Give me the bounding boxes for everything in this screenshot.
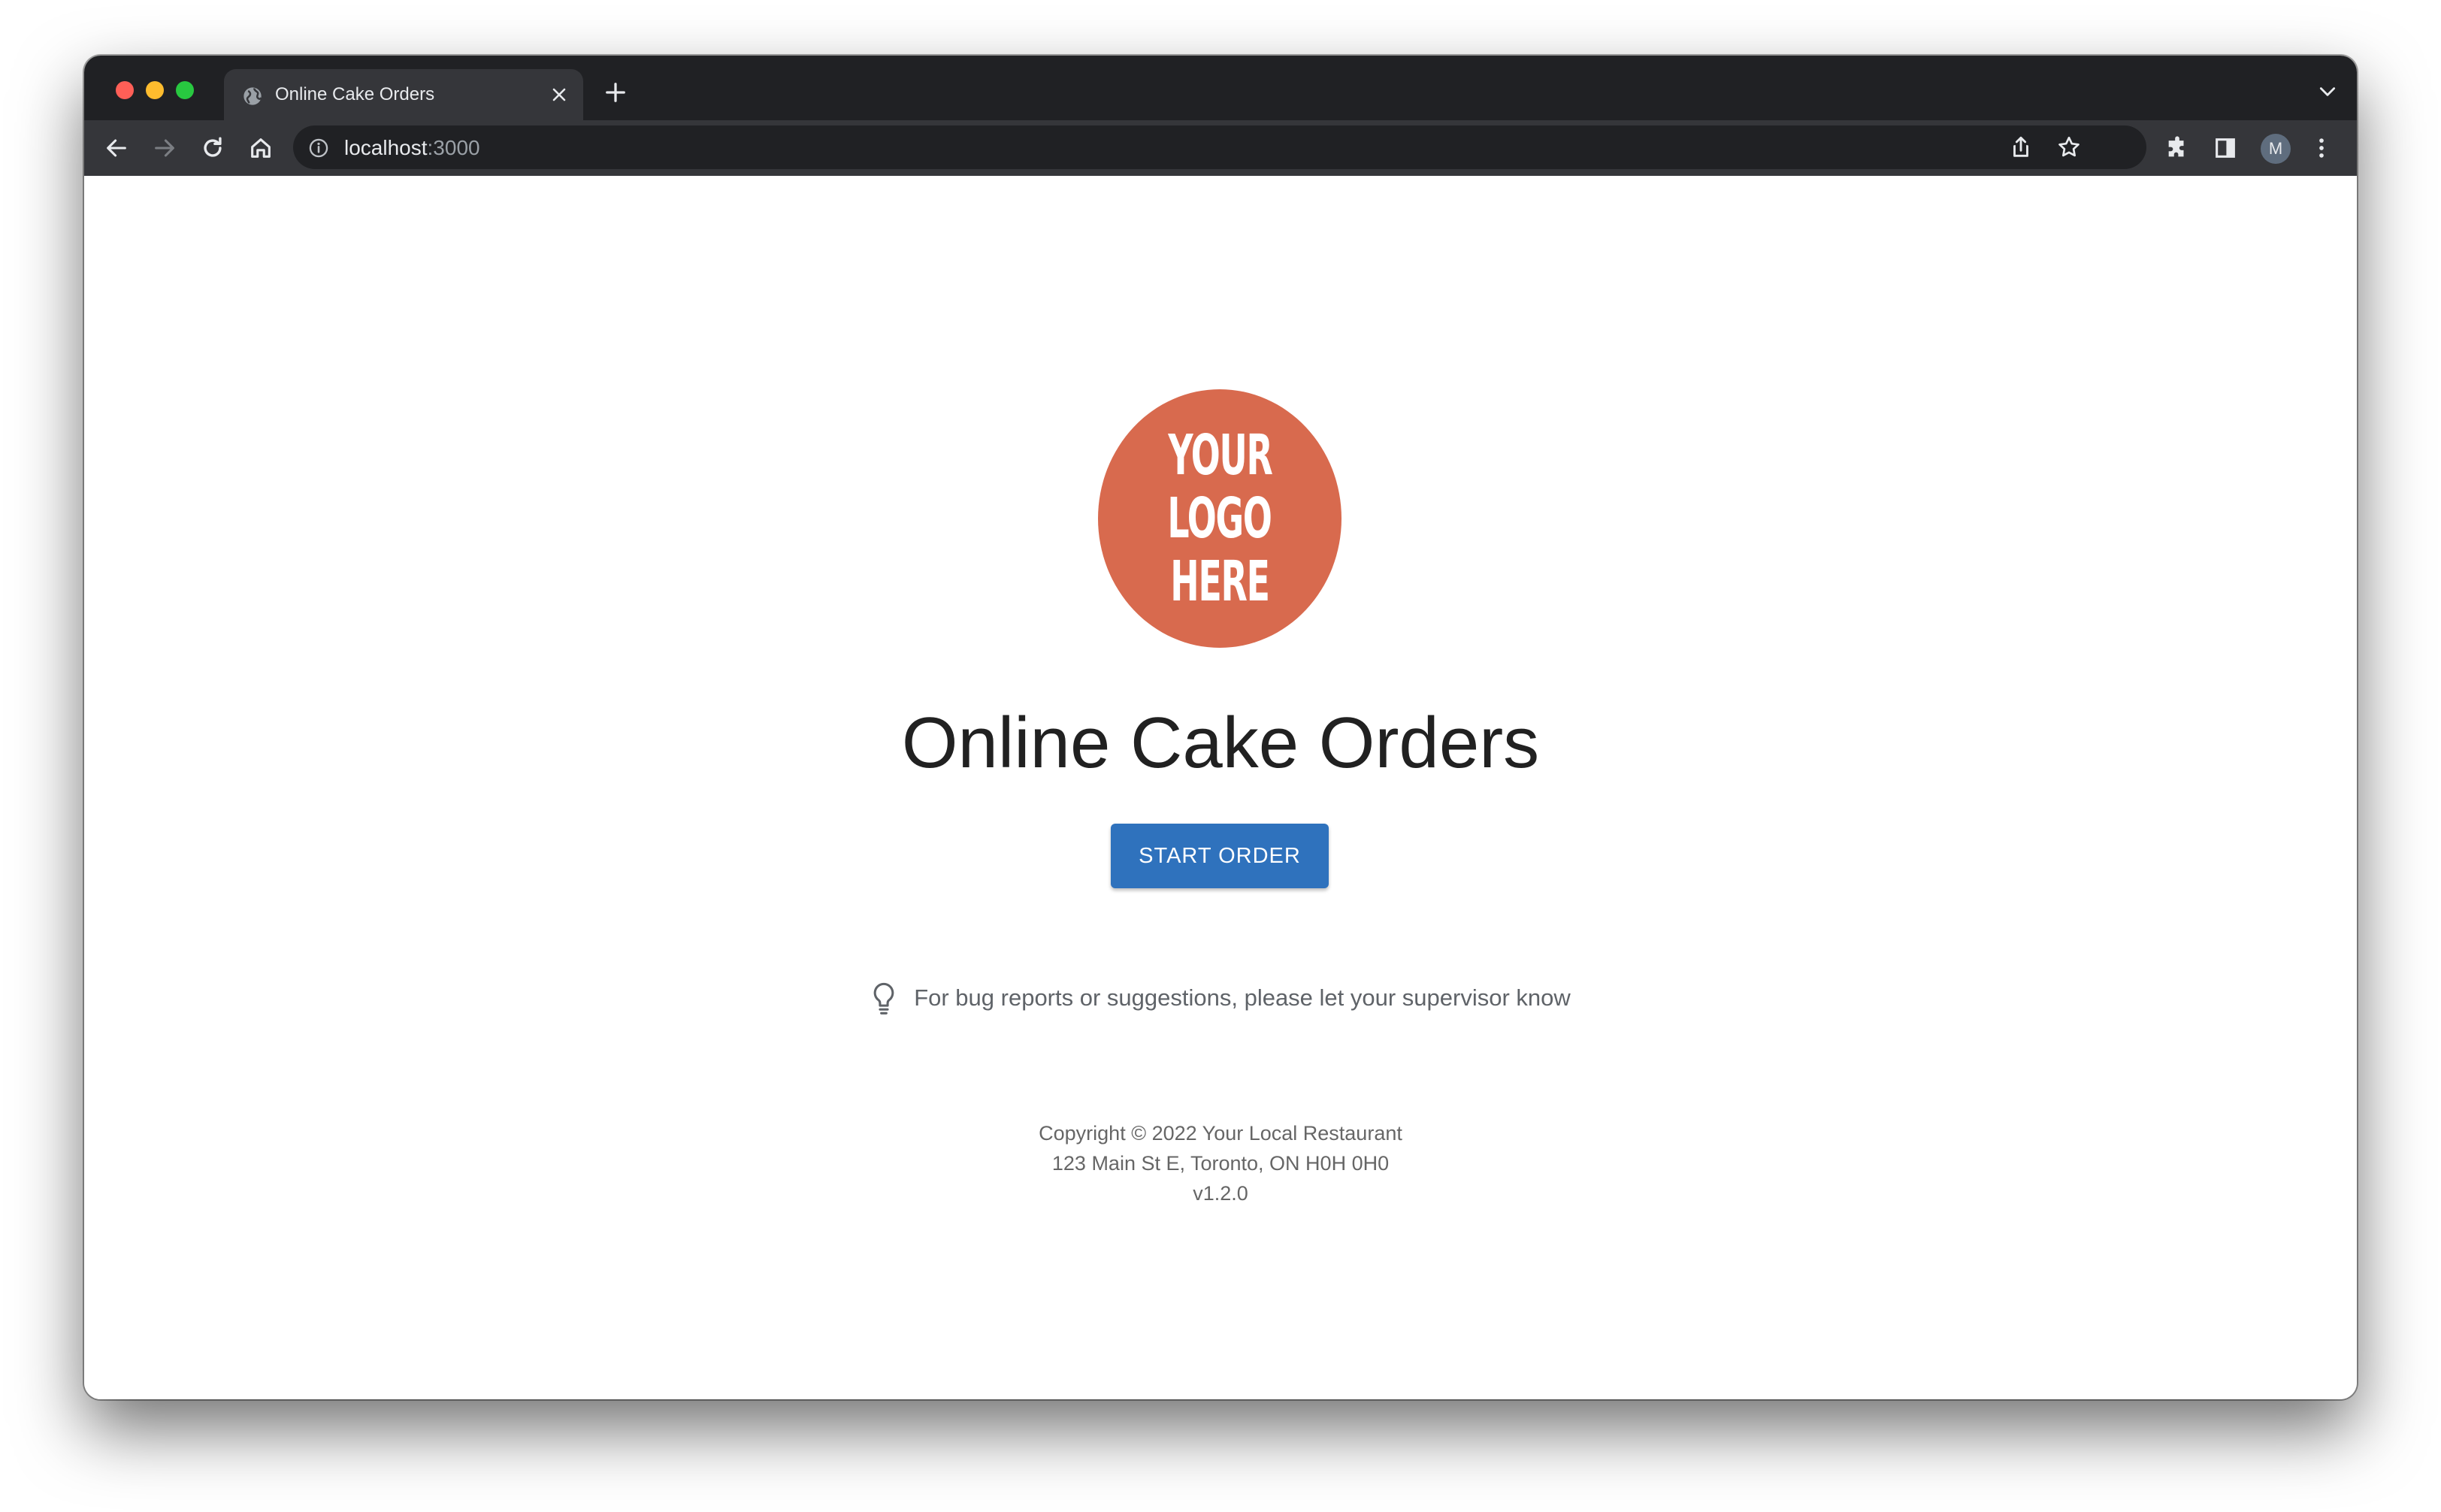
footer-address: 123 Main St E, Toronto, ON H0H 0H0 (1051, 1152, 1390, 1175)
share-icon[interactable] (2008, 135, 2034, 160)
plus-icon[interactable] (604, 81, 627, 104)
page-title: Online Cake Orders (901, 703, 1540, 783)
lightbulb-icon (873, 982, 894, 1015)
logo-line: YOUR (1167, 423, 1272, 488)
hint-text: For bug reports or suggestions, please l… (914, 984, 1571, 1011)
browser-window: Online Cake Orders localhost:3000 M YOUR… (84, 56, 2357, 1399)
logo-line: HERE (1170, 549, 1270, 614)
footer: Copyright © 2022 Your Local Restaurant 1… (84, 1118, 2357, 1208)
minimize-window-button[interactable] (146, 81, 164, 99)
start-order-button[interactable]: START ORDER (1111, 824, 1329, 888)
browser-tab[interactable]: Online Cake Orders (224, 69, 583, 120)
info-icon[interactable] (308, 138, 329, 159)
extensions-icon[interactable] (2164, 135, 2190, 161)
footer-copyright: Copyright © 2022 Your Local Restaurant (1039, 1122, 1402, 1145)
close-window-button[interactable] (116, 81, 134, 99)
url-text: localhost:3000 (344, 136, 480, 160)
more-vert-icon[interactable] (2309, 135, 2334, 161)
feedback-hint: For bug reports or suggestions, please l… (84, 981, 2357, 1015)
star-icon[interactable] (2056, 135, 2082, 160)
profile-avatar[interactable]: M (2261, 134, 2291, 164)
reload-icon[interactable] (200, 135, 225, 161)
browser-toolbar: localhost:3000 M (84, 120, 2357, 176)
back-icon[interactable] (104, 135, 129, 161)
tab-title: Online Cake Orders (275, 84, 435, 104)
url-host: localhost (344, 136, 428, 159)
close-icon[interactable] (549, 84, 570, 105)
footer-version: v1.2.0 (1193, 1182, 1248, 1205)
url-port: :3000 (427, 136, 480, 159)
tab-strip: Online Cake Orders (84, 56, 2357, 120)
side-panel-icon[interactable] (2213, 135, 2238, 161)
forward-icon[interactable] (152, 135, 177, 161)
home-icon[interactable] (248, 135, 274, 161)
globe-icon (243, 87, 262, 105)
logo-line: LOGO (1167, 486, 1273, 551)
maximize-window-button[interactable] (176, 81, 194, 99)
page-content: YOUR LOGO HERE Online Cake Orders START … (84, 176, 2357, 1399)
address-bar[interactable]: localhost:3000 (293, 125, 2146, 169)
restaurant-logo: YOUR LOGO HERE (1098, 389, 1341, 648)
chevron-down-icon[interactable] (2318, 84, 2337, 99)
